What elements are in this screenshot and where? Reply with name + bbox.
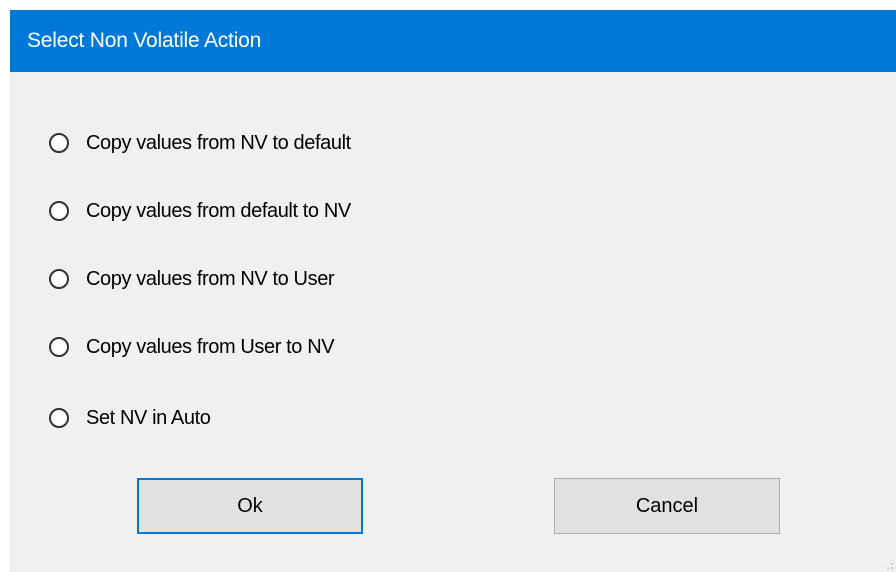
radio-button-icon[interactable] xyxy=(49,337,69,357)
window-left-border xyxy=(0,10,10,572)
radio-button-icon[interactable] xyxy=(49,269,69,289)
window-top-border xyxy=(0,0,896,10)
dialog-client-area: Copy values from NV to default Copy valu… xyxy=(10,72,896,572)
radio-option-nv-to-default[interactable]: Copy values from NV to default xyxy=(49,128,351,158)
radio-option-nv-to-user[interactable]: Copy values from NV to User xyxy=(49,264,335,294)
radio-button-icon[interactable] xyxy=(49,133,69,153)
ok-button[interactable]: Ok xyxy=(137,478,363,534)
radio-button-icon[interactable] xyxy=(49,201,69,221)
radio-option-user-to-nv[interactable]: Copy values from User to NV xyxy=(49,332,335,362)
radio-option-default-to-nv[interactable]: Copy values from default to NV xyxy=(49,196,351,226)
radio-label: Copy values from NV to default xyxy=(86,131,351,154)
radio-label: Copy values from User to NV xyxy=(86,335,335,358)
radio-option-set-nv-auto[interactable]: Set NV in Auto xyxy=(49,403,211,433)
radio-button-icon[interactable] xyxy=(49,408,69,428)
resize-grip-icon[interactable] xyxy=(886,562,894,570)
select-nv-action-dialog: Select Non Volatile Action Copy values f… xyxy=(0,0,896,572)
radio-label: Set NV in Auto xyxy=(86,406,211,429)
radio-label: Copy values from NV to User xyxy=(86,267,335,290)
radio-label: Copy values from default to NV xyxy=(86,199,351,222)
cancel-button[interactable]: Cancel xyxy=(554,478,780,534)
title-bar[interactable]: Select Non Volatile Action xyxy=(10,10,896,72)
dialog-title: Select Non Volatile Action xyxy=(27,29,262,52)
